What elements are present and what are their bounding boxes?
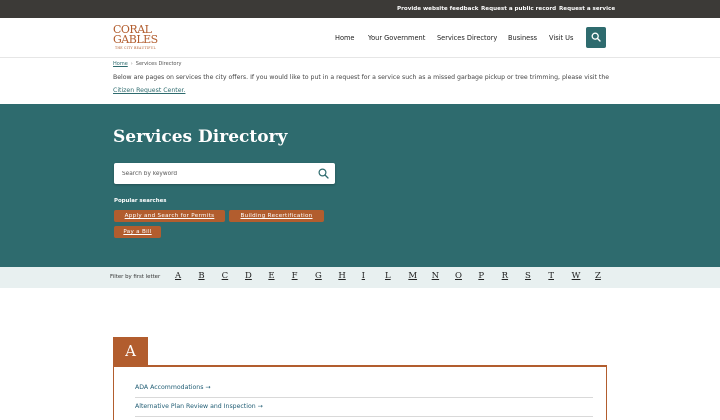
popular-recertification-button[interactable]: Building Recertification bbox=[229, 210, 324, 222]
breadcrumb-separator: › bbox=[130, 61, 133, 67]
letter-filter-p[interactable]: P bbox=[478, 271, 484, 281]
letter-filter-h[interactable]: H bbox=[338, 271, 345, 281]
public-record-link[interactable]: Request a public record bbox=[481, 0, 556, 18]
popular-permits-button[interactable]: Apply and Search for Permits bbox=[114, 210, 225, 222]
breadcrumb: Home › Services Directory bbox=[113, 61, 181, 67]
logo-tagline: THE CITY BEAUTIFUL bbox=[115, 46, 156, 50]
letter-filter-t[interactable]: T bbox=[548, 271, 554, 281]
feedback-link[interactable]: Provide website feedback bbox=[397, 0, 478, 18]
nav-business[interactable]: Business bbox=[508, 18, 537, 58]
utility-bar: Provide website feedback Request a publi… bbox=[0, 0, 720, 18]
logo-line-2: GABLES bbox=[113, 33, 158, 46]
page-title: Services Directory bbox=[113, 127, 288, 147]
letter-filter-o[interactable]: O bbox=[455, 271, 462, 281]
header-search-button[interactable] bbox=[586, 27, 606, 48]
letter-filter-n[interactable]: N bbox=[432, 271, 439, 281]
filter-label: Filter by first letter bbox=[110, 274, 161, 280]
letter-filter-bar: Filter by first letter A B C D E F G H I L M N O P R S T… bbox=[0, 267, 720, 288]
letter-filter-b[interactable]: B bbox=[198, 271, 204, 281]
site-header: CORAL GABLES THE CITY BEAUTIFUL Home You… bbox=[0, 18, 720, 58]
letter-filter-s[interactable]: S bbox=[525, 271, 531, 281]
intro-text: Below are pages on services the city off… bbox=[113, 71, 613, 97]
breadcrumb-home[interactable]: Home bbox=[113, 61, 128, 67]
letter-filter-i[interactable]: I bbox=[362, 271, 365, 281]
search-input[interactable] bbox=[122, 163, 302, 184]
letter-filter-d[interactable]: D bbox=[245, 271, 252, 281]
service-ada-accommodations[interactable]: ADA Accommodations → bbox=[135, 384, 211, 391]
letter-filter-r[interactable]: R bbox=[502, 271, 508, 281]
letter-filter-g[interactable]: G bbox=[315, 271, 322, 281]
letter-filter-w[interactable]: W bbox=[572, 271, 581, 281]
letter-filter-e[interactable]: E bbox=[268, 271, 274, 281]
letter-filter-l[interactable]: L bbox=[385, 271, 391, 281]
popular-searches-label: Popular searches bbox=[114, 198, 167, 204]
citizen-request-link[interactable]: Citizen Request Center. bbox=[113, 87, 185, 94]
search-box bbox=[114, 163, 335, 184]
breadcrumb-current: Services Directory bbox=[135, 61, 182, 67]
services-hero: Services Directory Popular searches Appl… bbox=[0, 104, 720, 267]
search-icon[interactable] bbox=[318, 168, 329, 179]
intro-body: Below are pages on services the city off… bbox=[113, 74, 610, 81]
service-alternative-plan-review[interactable]: Alternative Plan Review and Inspection → bbox=[135, 403, 263, 410]
section-letter-badge: A bbox=[113, 337, 148, 366]
section-a-list: ADA Accommodations → Alternative Plan Re… bbox=[113, 365, 607, 420]
city-logo[interactable]: CORAL GABLES THE CITY BEAUTIFUL bbox=[113, 24, 161, 54]
divider bbox=[135, 397, 593, 398]
popular-pay-bill-button[interactable]: Pay a Bill bbox=[114, 226, 161, 238]
divider bbox=[135, 416, 593, 417]
nav-visit-us[interactable]: Visit Us bbox=[549, 18, 573, 58]
search-icon bbox=[591, 32, 601, 42]
nav-services-directory[interactable]: Services Directory bbox=[437, 18, 497, 58]
nav-your-government[interactable]: Your Government bbox=[368, 18, 425, 58]
letter-filter-f[interactable]: F bbox=[292, 271, 298, 281]
request-service-link[interactable]: Request a service bbox=[559, 0, 615, 18]
letter-filter-z[interactable]: Z bbox=[595, 271, 601, 281]
letter-filter-c[interactable]: C bbox=[222, 271, 229, 281]
letter-filter-m[interactable]: M bbox=[408, 271, 417, 281]
letter-filter-a[interactable]: A bbox=[175, 271, 181, 281]
nav-home[interactable]: Home bbox=[335, 18, 354, 58]
